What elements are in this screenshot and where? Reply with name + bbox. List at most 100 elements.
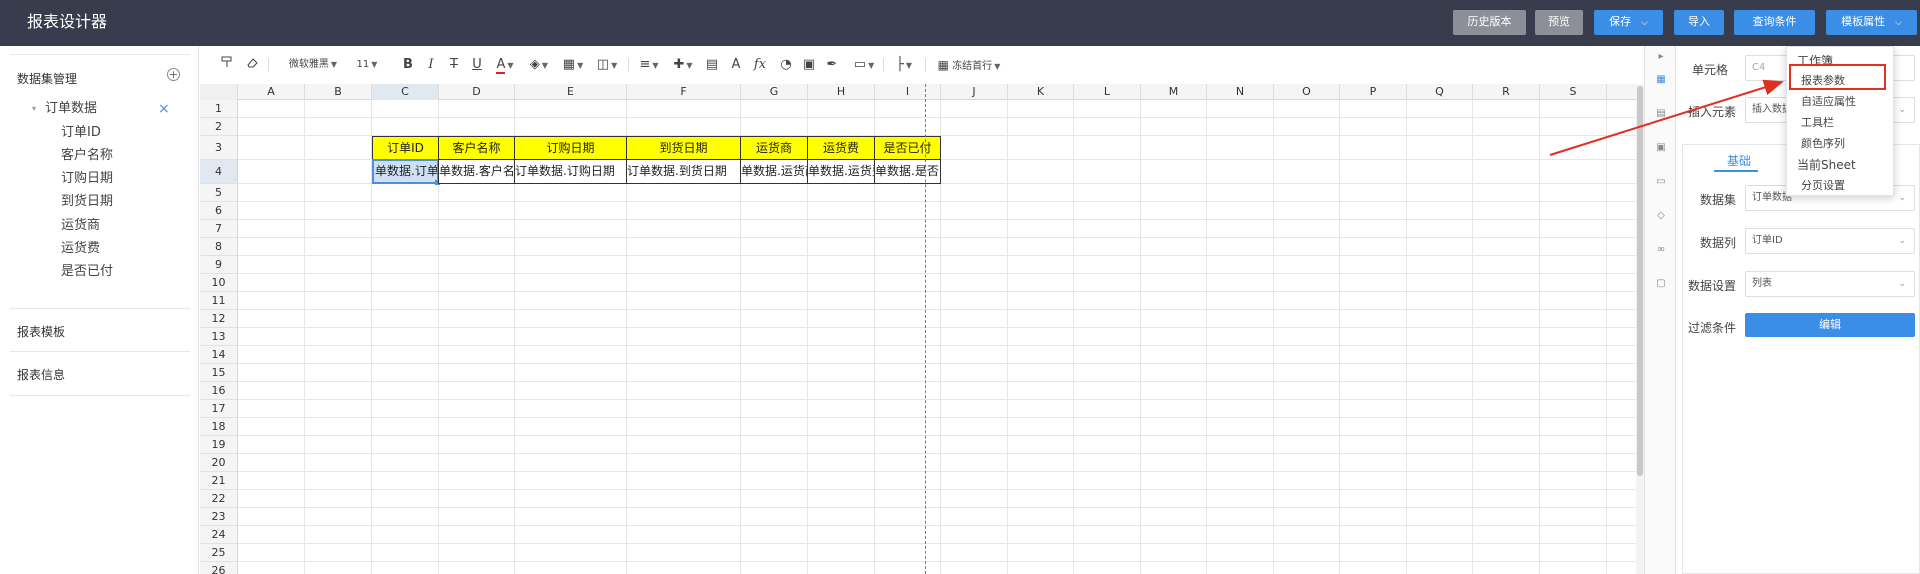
row-header[interactable]: 15 — [200, 364, 238, 382]
menu-item-toolbar[interactable]: 工具栏 — [1801, 114, 1834, 130]
add-dataset-icon[interactable]: + — [167, 68, 180, 81]
field-item[interactable]: 订购日期 — [61, 171, 113, 187]
edit-button[interactable]: 编辑 — [1745, 313, 1915, 337]
row-header[interactable]: 25 — [200, 544, 238, 562]
table-header-cell[interactable]: 订单ID — [372, 136, 439, 160]
row-header[interactable]: 9 — [200, 256, 238, 274]
column-header[interactable]: N — [1207, 84, 1274, 100]
template-properties-button[interactable]: 模板属性 ⌵ — [1826, 10, 1917, 35]
fill-color-button[interactable]: ◈ ▼ — [526, 53, 552, 77]
query-condition-button[interactable]: 查询条件 — [1734, 10, 1815, 35]
column-header[interactable]: O — [1274, 84, 1340, 100]
italic-button[interactable]: I — [423, 53, 439, 77]
selected-data-cell[interactable]: 单数据.订单 — [372, 159, 439, 184]
column-header[interactable]: P — [1340, 84, 1407, 100]
row-header[interactable]: 3 — [200, 136, 238, 160]
column-header[interactable]: C — [372, 84, 439, 100]
column-header[interactable]: Q — [1407, 84, 1473, 100]
data-cell[interactable]: 单数据.运货商 — [740, 159, 808, 184]
document-icon[interactable]: ▤ — [1655, 108, 1667, 120]
vertical-scrollbar[interactable] — [1636, 84, 1644, 574]
underline-button[interactable]: U — [469, 53, 485, 77]
border-button[interactable]: ▦ ▼ — [560, 53, 586, 77]
printer-icon[interactable]: ▣ — [1655, 142, 1667, 154]
table-header-cell[interactable]: 运货费 — [807, 136, 875, 160]
row-header[interactable]: 22 — [200, 490, 238, 508]
row-header[interactable]: 1 — [200, 100, 238, 118]
close-icon[interactable]: × — [158, 101, 170, 117]
font-size-select[interactable]: 11 ▼ — [349, 53, 385, 77]
menu-item-color-sequence[interactable]: 颜色序列 — [1801, 135, 1845, 151]
row-header[interactable]: 12 — [200, 310, 238, 328]
preview-button[interactable]: 预览 — [1535, 10, 1583, 35]
collapse-icon[interactable]: ▸ — [1655, 51, 1667, 63]
import-button[interactable]: 导入 — [1674, 10, 1724, 35]
report-template-section[interactable]: 报表模板 — [17, 323, 65, 340]
column-header[interactable]: M — [1141, 84, 1207, 100]
column-header[interactable]: I — [875, 84, 941, 100]
field-item[interactable]: 运货商 — [61, 218, 100, 234]
column-header[interactable]: B — [305, 84, 372, 100]
cell-grid-icon[interactable]: ▦ — [1655, 74, 1667, 86]
bold-button[interactable]: B — [400, 53, 416, 77]
font-family-select[interactable]: 微软雅黑 ▼ — [284, 53, 342, 77]
row-header[interactable]: 10 — [200, 274, 238, 292]
column-header[interactable]: H — [808, 84, 875, 100]
column-header[interactable]: D — [439, 84, 515, 100]
merge-cells-button[interactable]: ◫ ▼ — [594, 53, 620, 77]
row-header[interactable]: 14 — [200, 346, 238, 364]
row-header[interactable]: 18 — [200, 418, 238, 436]
row-header[interactable]: 6 — [200, 202, 238, 220]
row-header[interactable]: 16 — [200, 382, 238, 400]
column-header[interactable]: J — [941, 84, 1008, 100]
row-header[interactable]: 4 — [200, 160, 238, 184]
menu-item-adaptive[interactable]: 自适应属性 — [1801, 93, 1856, 109]
data-cell[interactable]: 订单数据.订购日期 — [514, 159, 627, 184]
field-item[interactable]: 是否已付 — [61, 264, 113, 280]
row-header[interactable]: 7 — [200, 220, 238, 238]
column-width-button[interactable]: ├ ▼ — [891, 53, 917, 77]
data-setting-select[interactable]: 列表 ⌄ — [1745, 271, 1915, 297]
row-header[interactable]: 2 — [200, 118, 238, 136]
column-header[interactable]: F — [627, 84, 741, 100]
formula-button[interactable]: fx — [751, 53, 769, 77]
font-size-button[interactable]: A — [728, 53, 744, 77]
field-item[interactable]: 到货日期 — [61, 194, 113, 210]
row-header[interactable]: 19 — [200, 436, 238, 454]
chart-icon[interactable]: ◔ — [778, 53, 794, 77]
row-header[interactable]: 24 — [200, 526, 238, 544]
dataset-node[interactable]: 订单数据 — [45, 101, 97, 117]
column-header[interactable]: S — [1540, 84, 1607, 100]
column-header[interactable]: A — [238, 84, 305, 100]
data-cell[interactable]: 订单数据.到货日期 — [626, 159, 741, 184]
table-header-cell[interactable]: 订购日期 — [514, 136, 627, 160]
row-header[interactable]: 26 — [200, 562, 238, 574]
data-cell[interactable]: 单数据.客户名 — [438, 159, 515, 184]
select-all-corner[interactable] — [200, 84, 238, 100]
table-header-cell[interactable]: 到货日期 — [626, 136, 741, 160]
field-item[interactable]: 订单ID — [61, 125, 101, 141]
spreadsheet-grid[interactable]: A B C D E F G H I J K L M N O P Q R S 1 … — [200, 84, 1644, 574]
column-header[interactable]: E — [515, 84, 627, 100]
row-header[interactable]: 5 — [200, 184, 238, 202]
strikethrough-button[interactable]: T — [446, 53, 462, 77]
format-painter-icon[interactable] — [219, 53, 235, 77]
row-header[interactable]: 20 — [200, 454, 238, 472]
row-header[interactable]: 17 — [200, 400, 238, 418]
vertical-align-button[interactable]: ✚ ▼ — [670, 53, 696, 77]
freeze-first-row-button[interactable]: ▦ 冻结首行 ▼ — [932, 53, 1006, 77]
row-header[interactable]: 23 — [200, 508, 238, 526]
save-button[interactable]: 保存 ⌵ — [1594, 10, 1663, 35]
column-header[interactable]: G — [741, 84, 808, 100]
eraser-icon[interactable] — [244, 53, 260, 77]
table-header-cell[interactable]: 客户名称 — [438, 136, 515, 160]
pen-icon[interactable]: ✒ — [824, 53, 840, 77]
column-header[interactable]: L — [1074, 84, 1141, 100]
wrap-text-icon[interactable]: ▤ — [704, 53, 720, 77]
column-select[interactable]: 订单ID ⌄ — [1745, 228, 1915, 254]
data-cell[interactable]: 单数据.是否已付 — [874, 159, 941, 184]
row-header[interactable]: 8 — [200, 238, 238, 256]
page-icon[interactable]: ▭ — [1655, 176, 1667, 188]
font-color-button[interactable]: A ▼ — [492, 53, 518, 77]
caret-down-icon[interactable]: ▾ — [32, 101, 36, 117]
